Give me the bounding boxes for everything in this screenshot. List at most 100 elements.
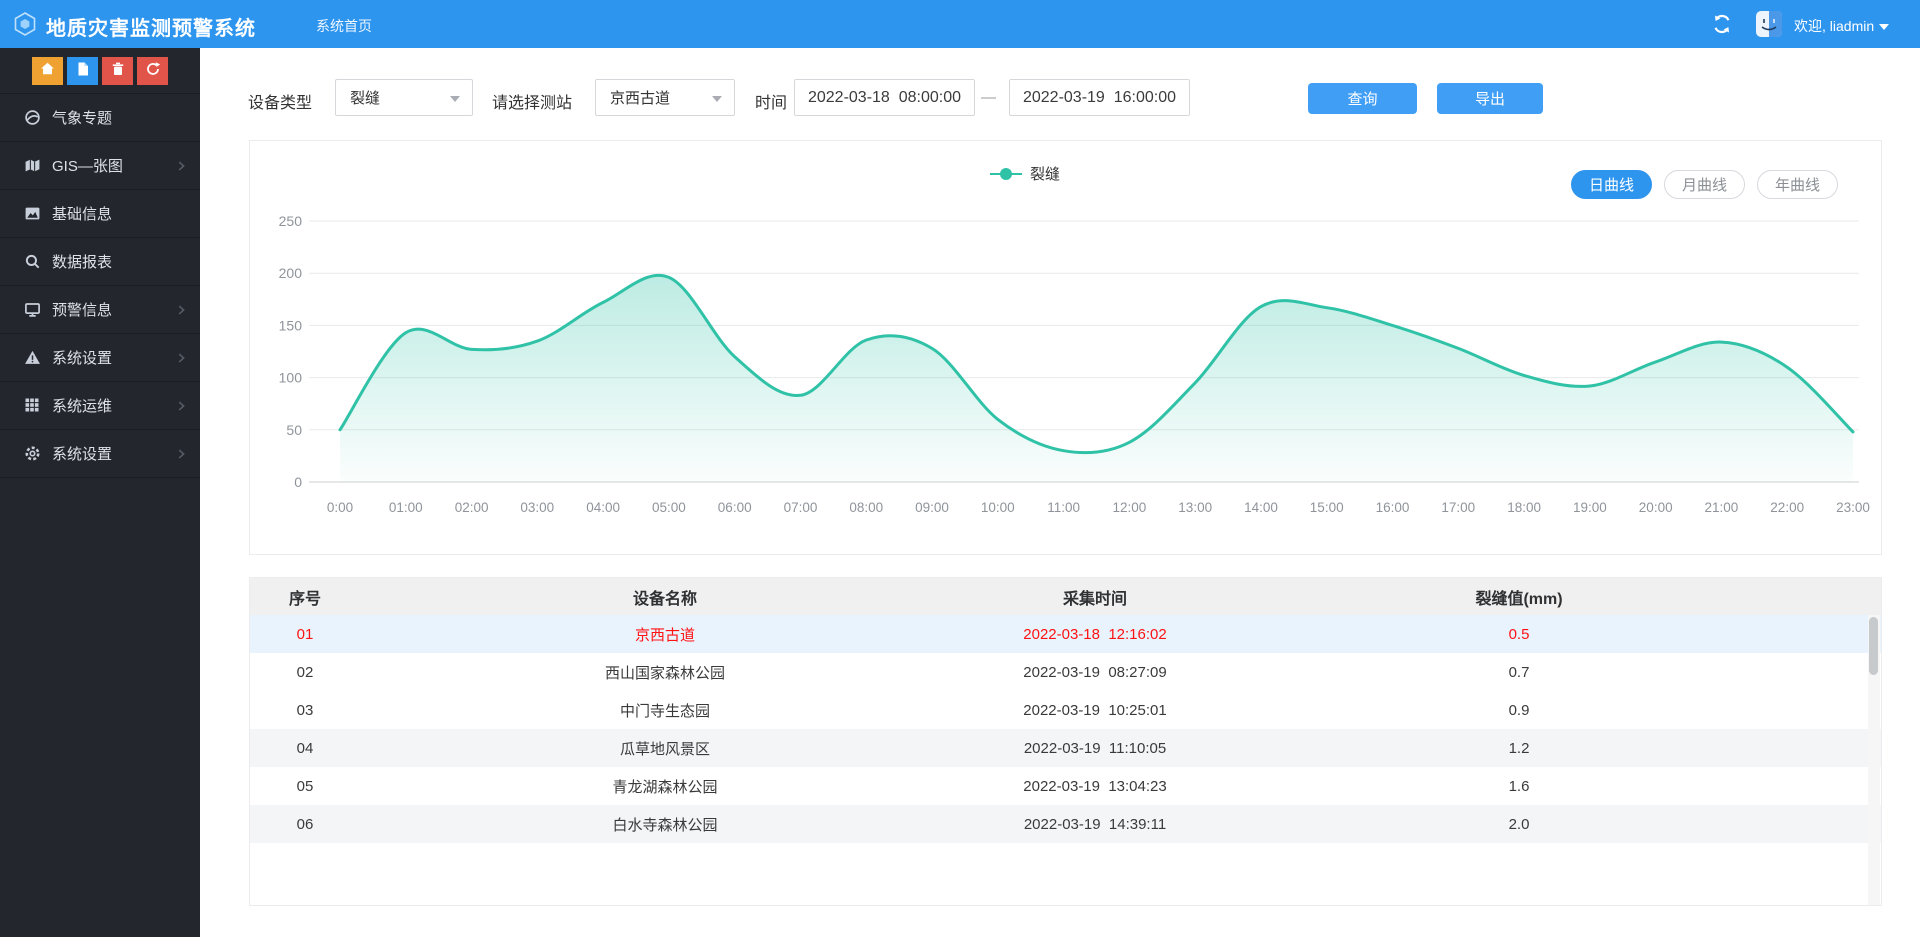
table-cell: 1.6 xyxy=(1220,778,1818,795)
time-separator: — xyxy=(981,89,996,106)
device-type-select[interactable]: 裂缝 xyxy=(335,79,473,116)
svg-text:22:00: 22:00 xyxy=(1770,500,1804,515)
hexagon-logo-icon xyxy=(12,11,38,37)
trash-icon xyxy=(110,61,126,82)
sidebar-item-label: 系统运维 xyxy=(52,395,112,416)
svg-text:21:00: 21:00 xyxy=(1705,500,1739,515)
quick-button-home[interactable] xyxy=(32,57,63,85)
chevron-down-icon xyxy=(450,96,460,102)
data-table: 序号设备名称采集时间裂缝值(mm) 01京西古道2022-03-18 12:16… xyxy=(249,577,1882,906)
table-cell: 2022-03-19 08:27:09 xyxy=(970,664,1220,681)
svg-text:150: 150 xyxy=(279,317,303,333)
sidebar: 气象专题GIS—张图基础信息数据报表预警信息系统设置系统运维系统设置 xyxy=(0,48,200,937)
column-header: 裂缝值(mm) xyxy=(1220,585,1818,609)
grid-icon xyxy=(24,397,41,414)
chart-card: 裂缝 日曲线月曲线年曲线 0501001502002500:0001:0002:… xyxy=(249,140,1882,555)
chevron-right-icon xyxy=(174,399,188,413)
table-cell: 2022-03-19 10:25:01 xyxy=(970,702,1220,719)
sidebar-item-label: 气象专题 xyxy=(52,107,112,128)
table-row[interactable]: 04瓜草地风景区2022-03-19 11:10:051.2 xyxy=(250,729,1881,767)
sidebar-item-gis-map[interactable]: GIS—张图 xyxy=(0,142,200,190)
table-row[interactable]: 02西山国家森林公园2022-03-19 08:27:090.7 xyxy=(250,653,1881,691)
table-cell: 0.7 xyxy=(1220,664,1818,681)
svg-text:13:00: 13:00 xyxy=(1178,500,1212,515)
quick-button-file[interactable] xyxy=(67,57,98,85)
sidebar-item-warning-info[interactable]: 预警信息 xyxy=(0,286,200,334)
chevron-right-icon xyxy=(174,447,188,461)
svg-text:11:00: 11:00 xyxy=(1047,500,1080,515)
sidebar-item-system-ops[interactable]: 系统运维 xyxy=(0,382,200,430)
column-header: 序号 xyxy=(250,585,360,609)
table-cell: 2.0 xyxy=(1220,816,1818,833)
sidebar-item-label: 预警信息 xyxy=(52,299,112,320)
svg-text:20:00: 20:00 xyxy=(1639,500,1673,515)
table-cell: 04 xyxy=(250,740,360,757)
column-header: 设备名称 xyxy=(360,585,970,609)
time-from-input[interactable]: 2022-03-18 08:00:00 xyxy=(794,79,975,116)
scrollbar-thumb[interactable] xyxy=(1869,617,1878,675)
sidebar-item-label: 基础信息 xyxy=(52,203,112,224)
table-cell: 白水寺森林公园 xyxy=(360,814,970,835)
table-cell: 青龙湖森林公园 xyxy=(360,776,970,797)
svg-text:50: 50 xyxy=(286,422,302,438)
svg-text:08:00: 08:00 xyxy=(849,500,883,515)
chevron-right-icon xyxy=(174,303,188,317)
svg-text:100: 100 xyxy=(279,370,303,386)
quick-button-recycle[interactable] xyxy=(137,57,168,85)
table-row[interactable]: 05青龙湖森林公园2022-03-19 13:04:231.6 xyxy=(250,767,1881,805)
table-cell: 2022-03-19 13:04:23 xyxy=(970,778,1220,795)
time-to-input[interactable]: 2022-03-19 16:00:00 xyxy=(1009,79,1190,116)
sidebar-item-system-settings-2[interactable]: 系统设置 xyxy=(0,430,200,478)
sidebar-item-basic-info[interactable]: 基础信息 xyxy=(0,190,200,238)
device-type-value: 裂缝 xyxy=(350,87,380,108)
table-body: 01京西古道2022-03-18 12:16:020.502西山国家森林公园20… xyxy=(250,615,1881,843)
home-icon xyxy=(39,60,56,82)
refresh-icon[interactable] xyxy=(1712,14,1732,34)
weather-icon xyxy=(24,109,41,126)
table-cell: 中门寺生态园 xyxy=(360,700,970,721)
svg-text:09:00: 09:00 xyxy=(915,500,949,515)
time-label: 时间 xyxy=(755,89,787,113)
svg-text:200: 200 xyxy=(279,265,303,281)
recycle-icon xyxy=(145,61,161,82)
svg-text:02:00: 02:00 xyxy=(455,500,489,515)
warning-icon xyxy=(24,349,41,366)
table-row[interactable]: 06白水寺森林公园2022-03-19 14:39:112.0 xyxy=(250,805,1881,843)
quick-button-trash[interactable] xyxy=(102,57,133,85)
sidebar-item-system-settings[interactable]: 系统设置 xyxy=(0,334,200,382)
avatar[interactable] xyxy=(1756,11,1782,37)
query-button[interactable]: 查询 xyxy=(1308,83,1417,114)
station-select[interactable]: 京西古道 xyxy=(595,79,735,116)
chart-image-icon xyxy=(24,205,41,222)
scrollbar-track[interactable] xyxy=(1868,615,1880,905)
table-row[interactable]: 03中门寺生态园2022-03-19 10:25:010.9 xyxy=(250,691,1881,729)
search-icon xyxy=(24,253,41,270)
sidebar-item-data-report[interactable]: 数据报表 xyxy=(0,238,200,286)
column-header: 采集时间 xyxy=(970,585,1220,609)
svg-text:10:00: 10:00 xyxy=(981,500,1015,515)
user-menu[interactable]: 欢迎, liadmin xyxy=(1794,16,1889,36)
station-value: 京西古道 xyxy=(610,87,670,108)
chevron-right-icon xyxy=(174,159,188,173)
table-row[interactable]: 01京西古道2022-03-18 12:16:020.5 xyxy=(250,615,1881,653)
chevron-down-icon xyxy=(1879,24,1889,30)
table-cell: 05 xyxy=(250,778,360,795)
svg-text:03:00: 03:00 xyxy=(520,500,554,515)
chevron-right-icon xyxy=(174,351,188,365)
table-cell: 京西古道 xyxy=(360,624,970,645)
chevron-down-icon xyxy=(712,96,722,102)
table-cell: 2022-03-19 14:39:11 xyxy=(970,816,1220,833)
nav-home[interactable]: 系统首页 xyxy=(316,16,372,36)
file-icon xyxy=(75,61,91,82)
table-cell: 03 xyxy=(250,702,360,719)
sidebar-item-weather[interactable]: 气象专题 xyxy=(0,94,200,142)
table-cell: 1.2 xyxy=(1220,740,1818,757)
svg-text:0:00: 0:00 xyxy=(327,500,353,515)
table-cell: 02 xyxy=(250,664,360,681)
export-button[interactable]: 导出 xyxy=(1437,83,1543,114)
sidebar-menu: 气象专题GIS—张图基础信息数据报表预警信息系统设置系统运维系统设置 xyxy=(0,94,200,478)
svg-text:19:00: 19:00 xyxy=(1573,500,1607,515)
map-icon xyxy=(24,157,41,174)
table-cell: 瓜草地风景区 xyxy=(360,738,970,759)
table-cell: 2022-03-19 11:10:05 xyxy=(970,740,1220,757)
